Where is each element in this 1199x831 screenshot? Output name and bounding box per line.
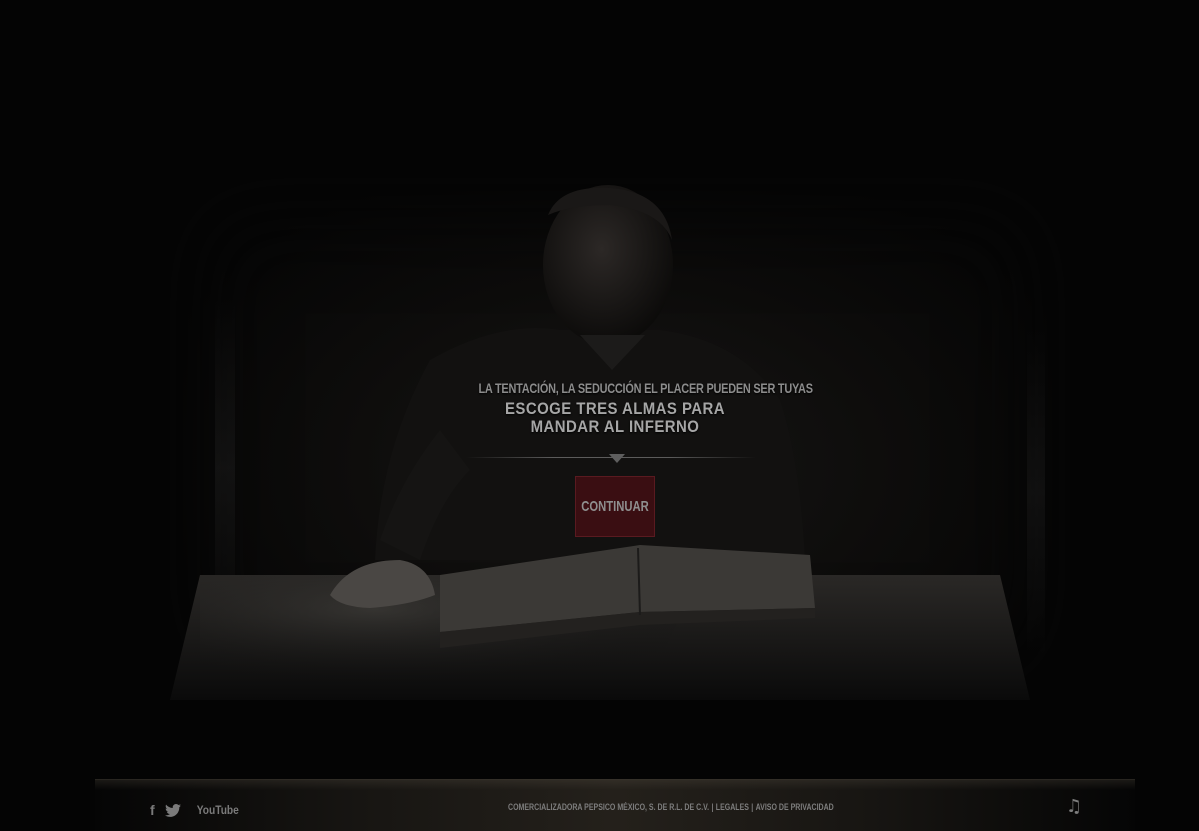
- social-links: f YouTube: [150, 801, 242, 819]
- legales-link[interactable]: LEGALES: [716, 802, 749, 812]
- youtube-label: YouTube: [196, 803, 239, 817]
- privacy-notice-link[interactable]: AVISO DE PRIVACIDAD: [756, 802, 834, 812]
- legal-links: COMERCIALIZADORA PEPSICO MÉXICO, S. DE R…: [508, 802, 834, 812]
- music-toggle-icon[interactable]: ♫: [1066, 796, 1082, 817]
- continue-button-label: CONTINUAR: [581, 498, 649, 515]
- company-name: COMERCIALIZADORA PEPSICO MÉXICO, S. DE R…: [508, 802, 710, 812]
- facebook-icon[interactable]: f: [150, 802, 155, 818]
- legal-separator: |: [711, 802, 714, 812]
- intro-heading-line2: MANDAR AL INFERNO: [530, 417, 700, 436]
- intro-heading-line1: ESCOGE TRES ALMAS PARA: [505, 399, 725, 418]
- intro-tagline: LA TENTACIÓN, LA SEDUCCIÓN EL PLACER PUE…: [478, 380, 813, 396]
- intro-heading: ESCOGE TRES ALMAS PARA MANDAR AL INFERNO: [461, 400, 769, 436]
- youtube-icon[interactable]: YouTube: [191, 803, 243, 817]
- continue-button[interactable]: CONTINUAR: [575, 476, 655, 537]
- twitter-icon[interactable]: [164, 803, 181, 817]
- intro-screen: LA TENTACIÓN, LA SEDUCCIÓN EL PLACER PUE…: [0, 0, 1199, 831]
- chevron-down-icon: [609, 454, 625, 463]
- intro-text-block: LA TENTACIÓN, LA SEDUCCIÓN EL PLACER PUE…: [440, 380, 813, 436]
